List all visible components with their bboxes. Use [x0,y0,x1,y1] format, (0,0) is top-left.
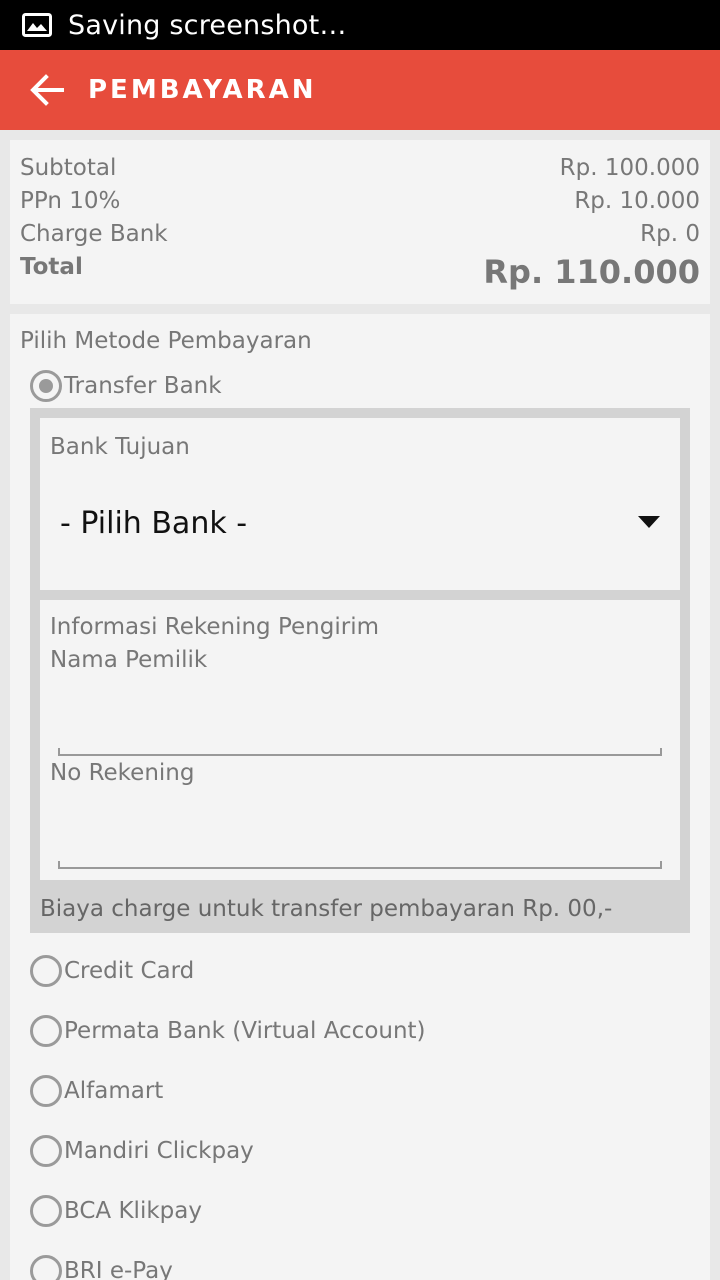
bank-destination-card: Bank Tujuan - Pilih Bank - [40,418,680,590]
bank-destination-label: Bank Tujuan [50,434,190,460]
total-value: Rp. 110.000 [483,253,700,291]
radio-label: Mandiri Clickpay [64,1138,254,1164]
radio-label: Transfer Bank [64,373,222,399]
payment-methods-heading: Pilih Metode Pembayaran [20,328,312,354]
dropdown-caret-icon [638,516,660,528]
radio-bca-klikpay[interactable]: BCA Klikpay [30,1195,202,1227]
subtotal-value: Rp. 100.000 [559,155,700,181]
radio-unchecked-icon[interactable] [30,1075,62,1107]
radio-transfer-bank[interactable]: Transfer Bank [30,370,222,402]
radio-alfamart[interactable]: Alfamart [30,1075,163,1107]
page-title: PEMBAYARAN [88,75,317,105]
radio-unchecked-icon[interactable] [30,1255,62,1280]
ppn-row: PPn 10% Rp. 10.000 [20,185,700,218]
bank-select-value: - Pilih Bank - [60,506,248,541]
radio-checked-icon[interactable] [30,370,62,402]
radio-label: Permata Bank (Virtual Account) [64,1018,426,1044]
owner-name-label: Nama Pemilik [50,647,208,673]
owner-name-input[interactable] [58,716,662,756]
input-underline [58,748,662,756]
radio-credit-card[interactable]: Credit Card [30,955,194,987]
subtotal-label: Subtotal [20,155,117,181]
total-label: Total [20,254,83,280]
image-icon [22,13,52,37]
price-summary: Subtotal Rp. 100.000 PPn 10% Rp. 10.000 … [10,140,710,304]
account-number-input[interactable] [58,829,662,869]
radio-mandiri-clickpay[interactable]: Mandiri Clickpay [30,1135,254,1167]
total-row: Total Rp. 110.000 [20,251,700,291]
transfer-charge-note: Biaya charge untuk transfer pembayaran R… [40,896,613,922]
sender-account-card: Informasi Rekening Pengirim Nama Pemilik… [40,600,680,880]
payment-methods-panel: Pilih Metode Pembayaran Transfer Bank Ba… [10,314,710,1280]
charge-value: Rp. 0 [640,221,700,247]
radio-label: BRI e-Pay [64,1258,173,1280]
bank-select-dropdown[interactable]: - Pilih Bank - [50,494,670,554]
radio-unchecked-icon[interactable] [30,1195,62,1227]
charge-label: Charge Bank [20,221,168,247]
radio-unchecked-icon[interactable] [30,1015,62,1047]
transfer-bank-details: Bank Tujuan - Pilih Bank - Informasi Rek… [30,408,690,933]
ppn-label: PPn 10% [20,188,121,214]
radio-label: Credit Card [64,958,195,984]
subtotal-row: Subtotal Rp. 100.000 [20,152,700,185]
radio-permata-bank[interactable]: Permata Bank (Virtual Account) [30,1015,426,1047]
radio-label: Alfamart [64,1078,164,1104]
radio-unchecked-icon[interactable] [30,955,62,987]
status-text: Saving screenshot… [68,9,347,41]
radio-label: BCA Klikpay [64,1198,202,1224]
account-number-label: No Rekening [50,760,195,786]
radio-unchecked-icon[interactable] [30,1135,62,1167]
sender-info-heading: Informasi Rekening Pengirim [50,614,379,640]
app-bar: PEMBAYARAN [0,50,720,130]
charge-row: Charge Bank Rp. 0 [20,218,700,251]
status-bar: Saving screenshot… [0,0,720,50]
input-underline [58,861,662,869]
ppn-value: Rp. 10.000 [574,188,700,214]
arrow-left-icon[interactable] [26,70,66,110]
radio-bri-epay[interactable]: BRI e-Pay [30,1255,173,1280]
